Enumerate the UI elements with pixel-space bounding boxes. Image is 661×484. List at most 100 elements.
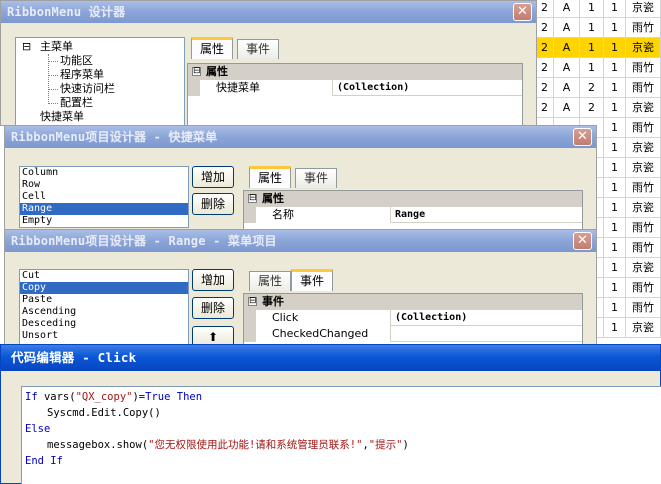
grid-cell[interactable]: 2 (536, 98, 554, 118)
grid-cell[interactable]: 2 (536, 0, 554, 18)
grid-cell[interactable]: A (554, 58, 580, 78)
list-item[interactable]: Column (20, 167, 188, 179)
event-row-click[interactable]: Click (Collection) (244, 310, 582, 326)
grid-cell[interactable]: 1 (604, 38, 626, 58)
grid-cell[interactable]: 京瓷 (626, 318, 661, 338)
grid-cell[interactable]: 京瓷 (626, 38, 661, 58)
list-item[interactable]: Cell (20, 191, 188, 203)
property-category[interactable]: ⊟ 属性 (244, 191, 582, 207)
tab-properties[interactable]: 属性 (249, 166, 292, 188)
range-menu-designer-close-icon[interactable]: ✕ (573, 232, 592, 250)
grid-row[interactable]: 2 A 1 1 京瓷 (536, 0, 661, 18)
delete-button[interactable]: 删除 (192, 297, 234, 319)
quick-menu-item-list[interactable]: Column Row Cell Range Empty (19, 166, 189, 228)
list-item[interactable]: Desceding (20, 318, 188, 330)
list-item-selected[interactable]: Copy (20, 282, 188, 294)
category-toggle-icon[interactable]: ⊟ (248, 194, 257, 203)
code-line[interactable]: Else (25, 421, 50, 437)
grid-cell[interactable]: 雨竹 (626, 78, 661, 98)
list-item[interactable]: Unsort (20, 330, 188, 342)
grid-cell[interactable]: 1 (580, 0, 604, 18)
tree-item-quick-access[interactable]: 快速访问栏 (60, 82, 115, 96)
grid-cell[interactable]: 1 (604, 258, 626, 278)
event-value[interactable] (390, 326, 582, 342)
code-line[interactable]: End If (25, 453, 63, 469)
grid-cell[interactable]: 雨竹 (626, 298, 661, 318)
event-row-checkedchanged[interactable]: CheckedChanged (244, 326, 582, 342)
list-item[interactable]: Empty (20, 215, 188, 227)
delete-button[interactable]: 删除 (192, 193, 234, 215)
grid-cell[interactable]: 1 (604, 278, 626, 298)
list-item[interactable]: Ascending (20, 306, 188, 318)
grid-cell[interactable]: 1 (604, 178, 626, 198)
grid-cell[interactable]: 1 (604, 78, 626, 98)
grid-cell[interactable]: 京瓷 (626, 138, 661, 158)
tab-properties[interactable]: 属性 (249, 271, 292, 291)
move-up-button[interactable]: ⬆ (192, 326, 234, 346)
property-value[interactable]: Range (390, 207, 582, 223)
tab-properties[interactable]: 属性 (191, 37, 234, 59)
tree-root-toggle-icon[interactable]: ⊟ (22, 40, 31, 54)
list-item[interactable]: Row (20, 179, 188, 191)
tree-root-main-menu[interactable]: 主菜单 (40, 40, 73, 54)
tree-item-shortcut-menu[interactable]: 快捷菜单 (40, 110, 84, 124)
grid-cell[interactable]: 1 (604, 118, 626, 138)
code-line[interactable]: If vars("QX_copy")=True Then (25, 389, 202, 405)
grid-cell[interactable]: 1 (580, 58, 604, 78)
list-item[interactable]: Cut (20, 270, 188, 282)
list-item-selected[interactable]: Range (20, 203, 188, 215)
add-button[interactable]: 增加 (192, 166, 234, 188)
grid-row[interactable]: 2 A 2 1 京瓷 (536, 98, 661, 118)
tree-item-ribbon[interactable]: 功能区 (60, 54, 93, 68)
ribbon-designer-close-icon[interactable]: ✕ (513, 3, 532, 21)
grid-row-selected[interactable]: 2 A 1 1 京瓷 (536, 38, 661, 58)
grid-cell[interactable]: 1 (604, 218, 626, 238)
grid-cell[interactable]: 雨竹 (626, 18, 661, 38)
grid-cell[interactable]: 2 (536, 18, 554, 38)
tree-item-config-bar[interactable]: 配置栏 (60, 96, 93, 110)
grid-cell[interactable]: 2 (536, 58, 554, 78)
grid-cell[interactable]: 1 (604, 18, 626, 38)
code-editor-textarea[interactable]: If vars("QX_copy")=True Then Syscmd.Edit.… (21, 386, 661, 484)
grid-cell[interactable]: A (554, 0, 580, 18)
grid-cell[interactable]: A (554, 18, 580, 38)
grid-cell[interactable]: 2 (536, 78, 554, 98)
grid-cell[interactable]: 1 (604, 238, 626, 258)
grid-cell[interactable]: 京瓷 (626, 198, 661, 218)
grid-row[interactable]: 2 A 2 1 雨竹 (536, 78, 661, 98)
grid-cell[interactable]: 2 (580, 78, 604, 98)
grid-cell[interactable]: 雨竹 (626, 178, 661, 198)
property-category[interactable]: ⊟ 属性 (188, 64, 522, 80)
property-value[interactable]: (Collection) (332, 80, 522, 96)
grid-cell[interactable]: 1 (604, 318, 626, 338)
grid-cell[interactable]: 京瓷 (626, 0, 661, 18)
grid-cell[interactable]: 1 (604, 198, 626, 218)
grid-cell[interactable]: 雨竹 (626, 238, 661, 258)
grid-cell[interactable]: 1 (604, 98, 626, 118)
grid-cell[interactable]: 雨竹 (626, 58, 661, 78)
grid-cell[interactable]: 京瓷 (626, 158, 661, 178)
tab-events[interactable]: 事件 (295, 168, 338, 188)
property-row[interactable]: 快捷菜单 (Collection) (188, 80, 522, 96)
grid-cell[interactable]: 2 (580, 98, 604, 118)
tab-events[interactable]: 事件 (237, 39, 280, 59)
grid-cell[interactable]: 1 (604, 58, 626, 78)
range-menu-item-list[interactable]: Cut Copy Paste Ascending Desceding Unsor… (19, 269, 189, 345)
tab-events[interactable]: 事件 (291, 269, 334, 291)
property-row[interactable]: 名称 Range (244, 207, 582, 223)
category-toggle-icon[interactable]: ⊟ (192, 67, 201, 76)
grid-cell[interactable]: 1 (580, 38, 604, 58)
grid-cell[interactable]: A (554, 38, 580, 58)
grid-cell[interactable]: 1 (604, 298, 626, 318)
grid-row[interactable]: 2 A 1 1 雨竹 (536, 18, 661, 38)
code-line[interactable]: messagebox.show("您无权限使用此功能!请和系统管理员联系!","… (47, 437, 409, 453)
grid-cell[interactable]: 1 (604, 138, 626, 158)
add-button[interactable]: 增加 (192, 269, 234, 291)
grid-cell[interactable]: 京瓷 (626, 258, 661, 278)
tree-item-app-menu[interactable]: 程序菜单 (60, 68, 104, 82)
grid-row[interactable]: 2 A 1 1 雨竹 (536, 58, 661, 78)
event-category[interactable]: ⊟ 事件 (244, 294, 582, 310)
grid-cell[interactable]: 1 (604, 158, 626, 178)
grid-cell[interactable]: 京瓷 (626, 98, 661, 118)
code-line[interactable]: Syscmd.Edit.Copy() (47, 405, 161, 421)
